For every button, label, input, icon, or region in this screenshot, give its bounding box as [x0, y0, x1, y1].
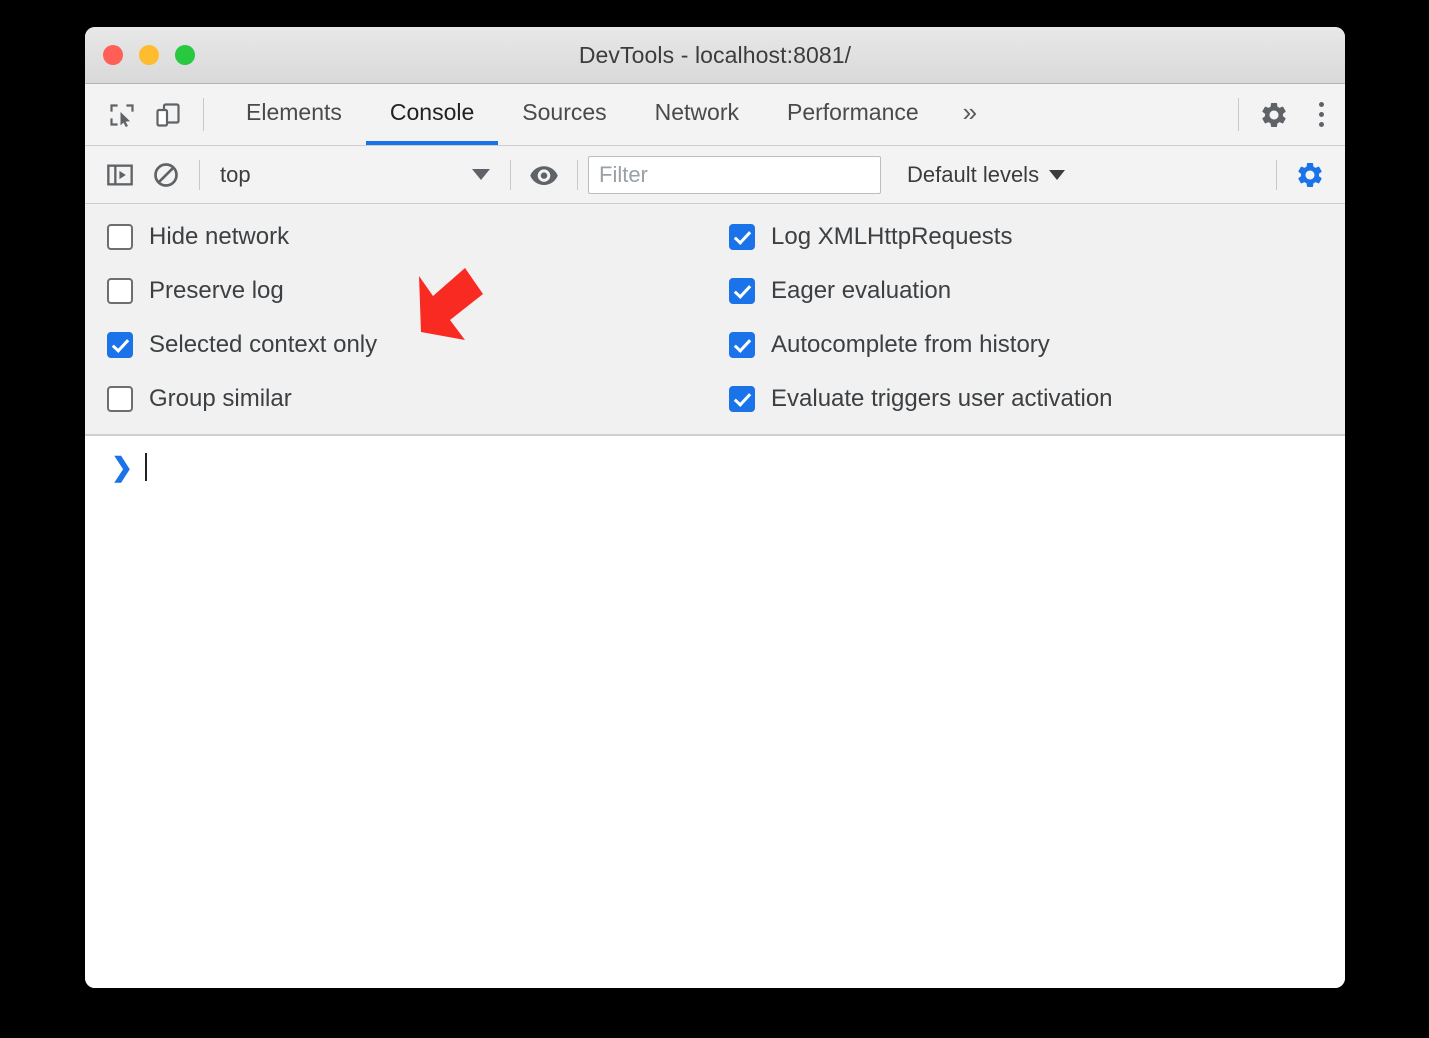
- checkbox-autocomplete-from-history[interactable]: [729, 332, 755, 358]
- setting-hide-network[interactable]: Hide network: [107, 220, 725, 254]
- checkbox-evaluate-triggers-user-activation[interactable]: [729, 386, 755, 412]
- setting-eager-evaluation[interactable]: Eager evaluation: [729, 274, 1345, 308]
- tab-performance[interactable]: Performance: [763, 84, 943, 145]
- gear-icon[interactable]: [1251, 84, 1297, 145]
- tab-elements[interactable]: Elements: [222, 84, 366, 145]
- setting-label: Hide network: [149, 223, 289, 251]
- devtools-tabbar: Elements Console Sources Network Perform…: [85, 84, 1345, 146]
- devtools-window: DevTools - localhost:8081/ Elements Cons…: [85, 27, 1345, 988]
- settings-left-column: Hide network Preserve log Selected conte…: [85, 220, 725, 416]
- console-toolbar-divider-2: [510, 160, 511, 190]
- console-toolbar-right: [1266, 152, 1345, 198]
- setting-autocomplete-from-history[interactable]: Autocomplete from history: [729, 328, 1345, 362]
- setting-preserve-log[interactable]: Preserve log: [107, 274, 725, 308]
- console-settings-panel: Hide network Preserve log Selected conte…: [85, 204, 1345, 436]
- setting-log-xmlhttprequests[interactable]: Log XMLHttpRequests: [729, 220, 1345, 254]
- text-caret: [145, 453, 147, 481]
- tab-sources[interactable]: Sources: [498, 84, 630, 145]
- setting-label: Autocomplete from history: [771, 331, 1050, 359]
- clear-console-icon[interactable]: [143, 152, 189, 198]
- setting-selected-context-only[interactable]: Selected context only: [107, 328, 725, 362]
- setting-evaluate-triggers-user-activation[interactable]: Evaluate triggers user activation: [729, 382, 1345, 416]
- checkbox-selected-context-only[interactable]: [107, 332, 133, 358]
- checkbox-group-similar[interactable]: [107, 386, 133, 412]
- tabbar-right-controls: [1226, 84, 1345, 145]
- console-toolbar-divider-4: [1276, 160, 1277, 190]
- tab-console[interactable]: Console: [366, 84, 498, 145]
- tab-network[interactable]: Network: [631, 84, 763, 145]
- log-levels-selector[interactable]: Default levels: [899, 155, 1073, 195]
- minimize-button[interactable]: [139, 45, 159, 65]
- settings-right-column: Log XMLHttpRequests Eager evaluation Aut…: [725, 220, 1345, 416]
- checkbox-hide-network[interactable]: [107, 224, 133, 250]
- setting-group-similar[interactable]: Group similar: [107, 382, 725, 416]
- setting-label: Group similar: [149, 385, 292, 413]
- log-levels-value: Default levels: [907, 162, 1039, 188]
- inspect-element-icon[interactable]: [99, 84, 145, 145]
- console-toolbar-divider-1: [199, 160, 200, 190]
- checkbox-preserve-log[interactable]: [107, 278, 133, 304]
- device-toolbar-icon[interactable]: [145, 84, 191, 145]
- chevron-down-icon: [472, 169, 490, 180]
- tabbar-divider: [203, 98, 204, 131]
- window-controls: [103, 45, 195, 65]
- window-titlebar: DevTools - localhost:8081/: [85, 27, 1345, 84]
- checkbox-eager-evaluation[interactable]: [729, 278, 755, 304]
- execution-context-value: top: [220, 162, 251, 188]
- checkbox-log-xmlhttprequests[interactable]: [729, 224, 755, 250]
- live-expression-eye-icon[interactable]: [521, 152, 567, 198]
- setting-label: Eager evaluation: [771, 277, 951, 305]
- console-toolbar: top Default levels: [85, 146, 1345, 204]
- console-output-area[interactable]: ❯: [85, 436, 1345, 988]
- console-toolbar-divider-3: [577, 160, 578, 190]
- execution-context-selector[interactable]: top: [210, 155, 500, 195]
- console-settings-gear-icon[interactable]: [1287, 152, 1333, 198]
- tabbar-right-divider: [1238, 98, 1239, 131]
- setting-label: Selected context only: [149, 331, 377, 359]
- setting-label: Preserve log: [149, 277, 284, 305]
- setting-label: Log XMLHttpRequests: [771, 223, 1012, 251]
- setting-label: Evaluate triggers user activation: [771, 385, 1113, 413]
- more-tabs-chevron-icon[interactable]: »: [943, 84, 994, 145]
- maximize-button[interactable]: [175, 45, 195, 65]
- console-sidebar-icon[interactable]: [97, 152, 143, 198]
- chevron-down-icon: [1049, 170, 1065, 180]
- tab-list: Elements Console Sources Network Perform…: [222, 84, 994, 145]
- kebab-menu-icon[interactable]: [1297, 84, 1345, 145]
- window-title: DevTools - localhost:8081/: [85, 42, 1345, 69]
- filter-input[interactable]: [588, 156, 881, 194]
- close-button[interactable]: [103, 45, 123, 65]
- prompt-chevron-icon: ❯: [105, 452, 139, 483]
- console-prompt-row[interactable]: ❯: [85, 448, 1345, 486]
